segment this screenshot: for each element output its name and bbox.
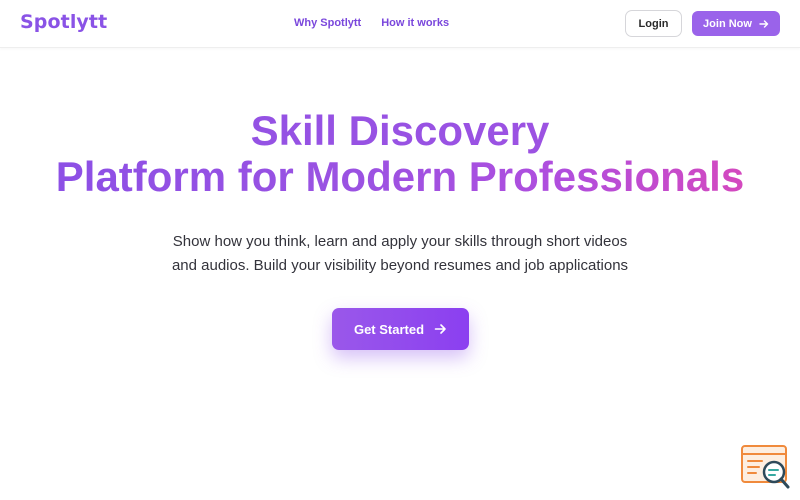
login-button[interactable]: Login xyxy=(625,10,682,37)
arrow-right-icon xyxy=(759,19,769,29)
join-now-button-label: Join Now xyxy=(703,17,752,30)
hero-title: Skill Discovery Platform for Modern Prof… xyxy=(0,108,800,200)
nav-links: Why Spotlytt How it works xyxy=(294,17,449,29)
hero-title-line-1: Skill Discovery xyxy=(0,108,800,154)
hero-subtitle-line-2: and audios. Build your visibility beyond… xyxy=(171,257,629,274)
nav-link-how-it-works[interactable]: How it works xyxy=(381,17,449,29)
hero-title-line-2: Platform for Modern Professionals xyxy=(0,154,800,200)
nav-link-why-spotlytt[interactable]: Why Spotlytt xyxy=(294,17,361,29)
get-started-button[interactable]: Get Started xyxy=(332,308,469,350)
login-button-label: Login xyxy=(638,17,669,30)
logo[interactable]: Spotlytt xyxy=(20,11,107,33)
get-started-button-label: Get Started xyxy=(353,321,425,337)
hero-subtitle: Show how you think, learn and apply your… xyxy=(150,230,650,278)
hero-subtitle-line-1: Show how you think, learn and apply your… xyxy=(172,233,628,250)
join-now-button[interactable]: Join Now xyxy=(692,11,780,36)
search-browser-icon[interactable] xyxy=(740,444,792,490)
page: Spotlytt Why Spotlytt How it works Login… xyxy=(0,0,800,500)
arrow-right-icon xyxy=(434,323,447,335)
navbar: Spotlytt Why Spotlytt How it works Login… xyxy=(0,0,800,48)
